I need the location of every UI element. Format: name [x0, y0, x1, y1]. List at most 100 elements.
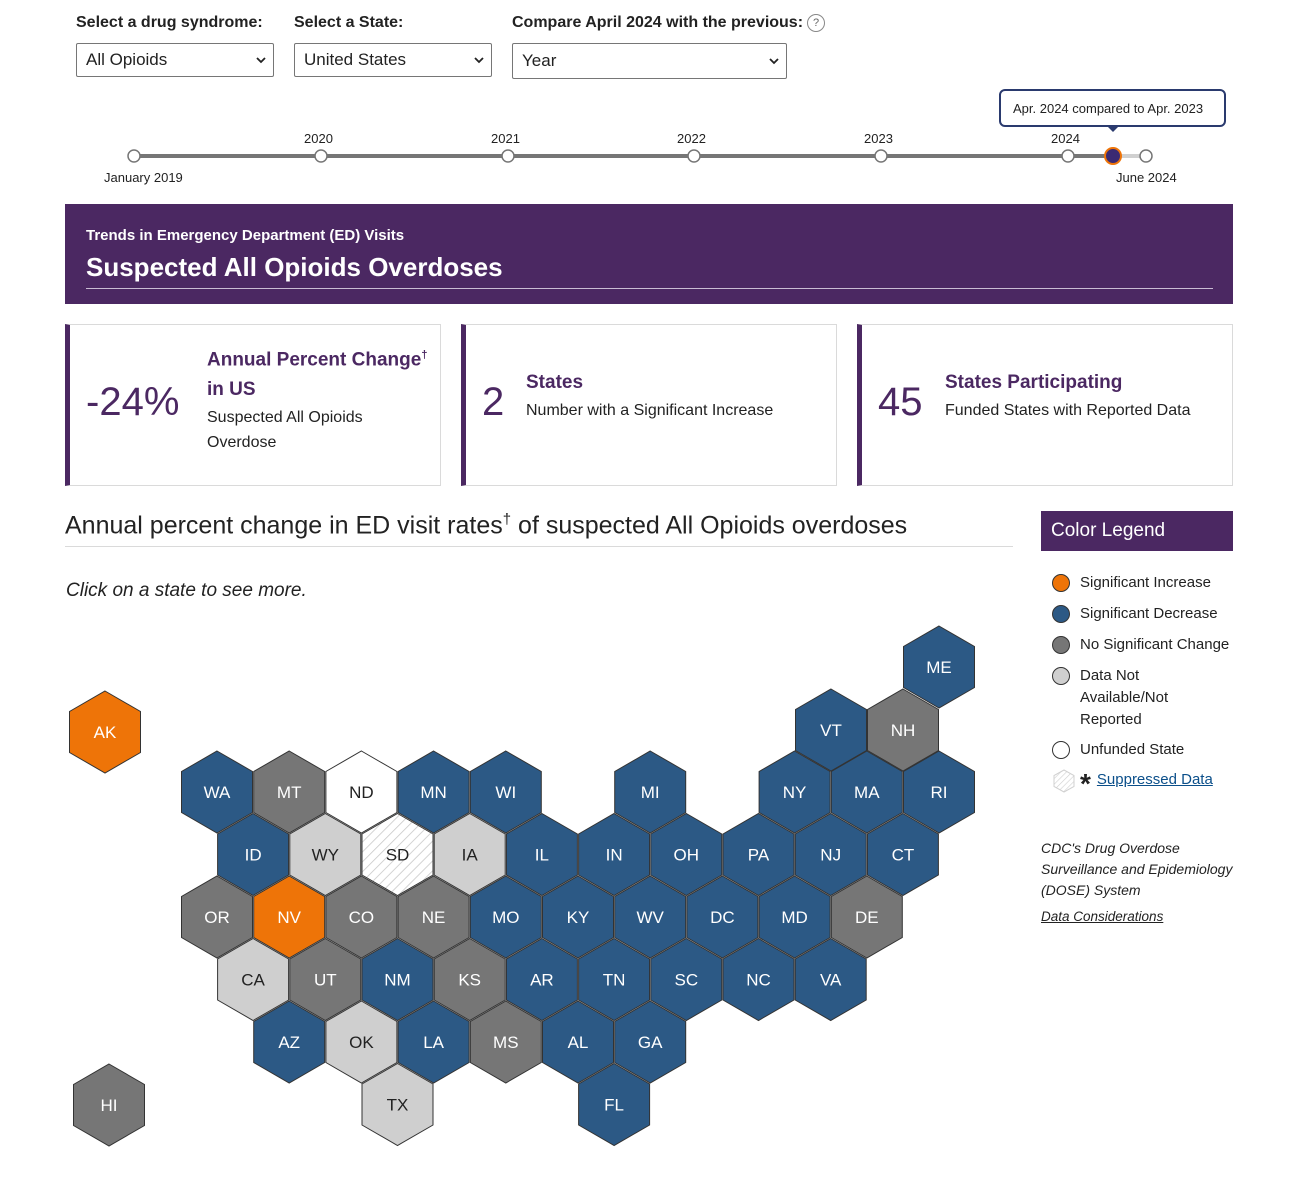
state-hex-label: LA [423, 1033, 444, 1052]
state-hex-label: OH [674, 846, 700, 865]
state-hex-label: NY [783, 783, 807, 802]
state-hex-label: CO [349, 908, 375, 927]
legend-label-line: Data Not [1080, 667, 1140, 684]
state-hex-label: AL [568, 1033, 589, 1052]
compare-period-select[interactable]: Year [512, 43, 787, 79]
timeline-node-2023[interactable] [874, 149, 888, 163]
state-hex-label: AR [530, 971, 554, 990]
stat-value: 2 [482, 380, 505, 424]
hatched-hex-icon [1053, 769, 1075, 793]
timeline-tooltip: Apr. 2024 compared to Apr. 2023 [999, 89, 1226, 127]
state-hex-label: ND [349, 783, 374, 802]
state-hex-label: VT [820, 721, 842, 740]
suppressed-data-link[interactable]: Suppressed Data [1097, 769, 1213, 791]
timeline-node-2024[interactable] [1061, 149, 1075, 163]
state-hex-label: NV [277, 908, 301, 927]
state-select[interactable]: United States [294, 43, 492, 77]
compare-period-value: Year [522, 51, 557, 70]
stat-desc-line2: Overdose [207, 434, 277, 452]
legend-label: No Significant Change [1080, 636, 1230, 653]
asterisk-icon: * [1080, 768, 1091, 799]
state-hex-label: OR [204, 908, 230, 927]
stat-title: Annual Percent Change† [207, 340, 437, 375]
drug-syndrome-label: Select a drug syndrome: [76, 14, 263, 31]
timeline-node-start[interactable] [127, 149, 141, 163]
state-hex-label: MD [781, 908, 807, 927]
legend-label: Unfunded State [1080, 741, 1185, 758]
chevron-down-icon [769, 58, 779, 65]
legend-item-not-available: Data Not Available/Not Reported [1052, 665, 1242, 731]
state-hex-label: CT [892, 846, 915, 865]
timeline-node-2020[interactable] [314, 149, 328, 163]
state-hex-label: AK [94, 723, 117, 742]
state-hex-label: NJ [820, 846, 841, 865]
state-hex-label: CA [241, 971, 265, 990]
stat-title: States [526, 372, 584, 393]
state-hex-label: IN [606, 846, 623, 865]
state-hex-label: KS [458, 971, 481, 990]
state-hex-label: NC [746, 971, 771, 990]
state-hex-label: OK [349, 1033, 374, 1052]
source-line: CDC's Drug Overdose [1041, 840, 1180, 856]
timeline-nodes[interactable] [120, 142, 1160, 172]
state-hex-label: DE [855, 908, 879, 927]
state-hex-label: DC [710, 908, 735, 927]
timeline-year-label: 2024 [1051, 131, 1080, 146]
stat-desc: Funded States with Reported Data [945, 402, 1191, 419]
map-heading-text: Annual percent change in ED visit rates [65, 511, 503, 540]
timeline-node-2021[interactable] [501, 149, 515, 163]
timeline-year-label: 2022 [677, 131, 706, 146]
stat-text: Annual Percent Change† in US Suspected A… [207, 340, 437, 455]
compare-label-row: Compare April 2024 with the previous: ? [512, 14, 826, 32]
drug-syndrome-select[interactable]: All Opioids [76, 43, 274, 77]
state-label: Select a State: [294, 14, 404, 31]
stat-text: States Number with a Significant Increas… [526, 368, 826, 423]
timeline-node-2022[interactable] [687, 149, 701, 163]
drug-syndrome-value: All Opioids [86, 50, 168, 69]
help-icon[interactable]: ? [807, 14, 826, 32]
state-value: United States [304, 50, 407, 69]
banner-subtitle: Trends in Emergency Department (ED) Visi… [86, 227, 405, 244]
state-hex-label: KY [567, 908, 590, 927]
chevron-down-icon [474, 57, 484, 64]
orange-swatch-icon [1052, 574, 1070, 592]
state-hex-label: ME [926, 658, 952, 677]
state-hex-label: WY [312, 846, 339, 865]
legend-item-suppressed[interactable]: * Suppressed Data [1052, 768, 1242, 799]
state-hex-label: SD [386, 846, 410, 865]
state-hex-label: TN [603, 971, 626, 990]
timeline-year-label: 2020 [304, 131, 333, 146]
state-hex-label: WA [204, 783, 231, 802]
state-hex-ak[interactable]: AK [69, 690, 141, 774]
legend-item-increase: Significant Increase [1052, 572, 1242, 594]
source-line: Surveillance and Epidemiology [1041, 861, 1233, 877]
state-hex-hi[interactable]: HI [73, 1063, 145, 1147]
state-hex-map[interactable]: AK HI ME VT NH WA MT ND MN WI MI NY MA RI ID WY SD IA IL IN… [0, 600, 1010, 1160]
state-hex-label: MT [277, 783, 302, 802]
light-gray-swatch-icon [1052, 667, 1070, 685]
dagger-footnote: † [502, 511, 512, 528]
state-hex-label: AZ [278, 1033, 300, 1052]
stat-title-text: Annual Percent Change [207, 349, 422, 371]
state-hex-label: HI [101, 1096, 118, 1115]
white-swatch-icon [1052, 741, 1070, 759]
stat-value: -24% [86, 380, 180, 424]
state-hex-label: RI [931, 783, 948, 802]
dagger-footnote: † [421, 349, 428, 361]
legend-item-no-change: No Significant Change [1052, 634, 1242, 656]
timeline-slider-handle[interactable] [1104, 147, 1122, 165]
state-hex-label: IA [462, 846, 479, 865]
state-hex-label: WV [637, 908, 665, 927]
page-banner: Trends in Emergency Department (ED) Visi… [65, 204, 1233, 304]
stat-desc: Number with a Significant Increase [526, 402, 774, 419]
timeline-year-label: 2021 [491, 131, 520, 146]
legend-label: Significant Increase [1080, 574, 1211, 591]
state-hex-label: VA [820, 971, 842, 990]
state-hex-label: TX [387, 1096, 409, 1115]
compare-label: Compare April 2024 with the previous: [512, 14, 804, 31]
stat-card-percent-change: -24% Annual Percent Change† in US Suspec… [65, 324, 441, 486]
data-considerations-link[interactable]: Data Considerations [1041, 906, 1163, 927]
timeline-node-end[interactable] [1139, 149, 1153, 163]
timeline-end-label: June 2024 [1116, 170, 1177, 185]
map-heading-divider [65, 546, 1013, 547]
